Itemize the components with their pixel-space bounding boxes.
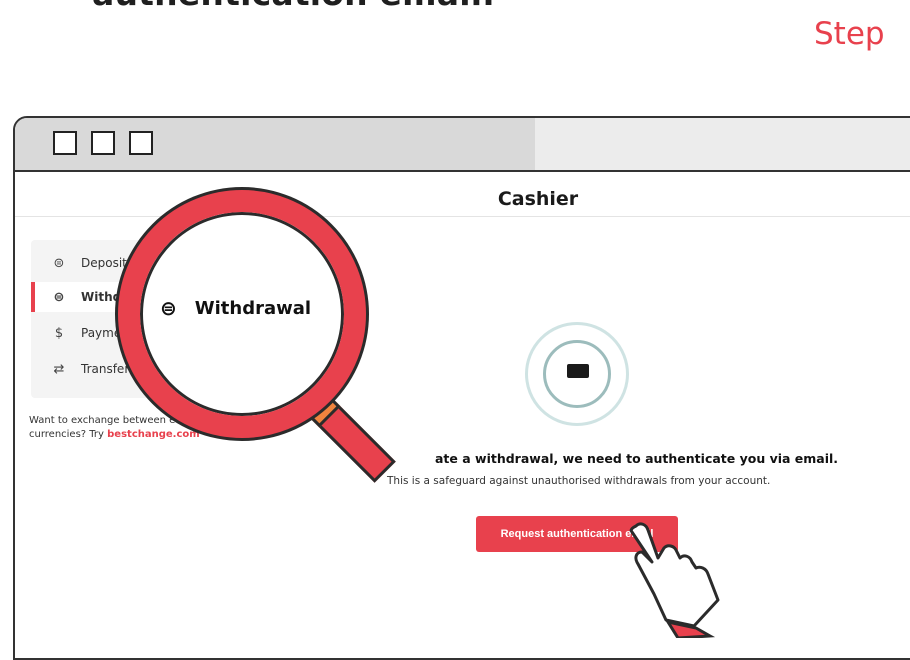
step-label: Step <box>814 16 885 52</box>
wallet-withdraw-icon: ⊜ <box>53 289 65 305</box>
exchange-link[interactable]: bestchange.com <box>107 429 200 440</box>
transfer-icon: ⇄ <box>53 361 65 377</box>
divider <box>15 216 910 217</box>
auth-subtext: This is a safeguard against unauthorised… <box>387 475 771 487</box>
page-title: Cashier <box>497 188 579 210</box>
mask-icon <box>567 364 589 378</box>
window-button-1[interactable] <box>53 131 77 155</box>
title-bar <box>15 118 910 172</box>
headline: authentication email. <box>92 0 495 18</box>
pointer-hand-icon <box>629 522 720 638</box>
payment-icon: $ <box>54 325 64 341</box>
magnified-menu-item: ⊜ Withdrawal <box>160 296 311 320</box>
menu-item-label: Transfer <box>81 362 130 376</box>
magnified-label: Withdrawal <box>194 297 312 319</box>
menu-item-label: Deposit <box>81 256 127 270</box>
wallet-withdraw-icon: ⊜ <box>160 296 177 320</box>
window-button-2[interactable] <box>91 131 115 155</box>
address-bar-area <box>535 118 910 170</box>
window-button-3[interactable] <box>129 131 153 155</box>
auth-message: ate a withdrawal, we need to authenticat… <box>435 451 839 466</box>
wallet-deposit-icon: ⊜ <box>53 255 65 271</box>
